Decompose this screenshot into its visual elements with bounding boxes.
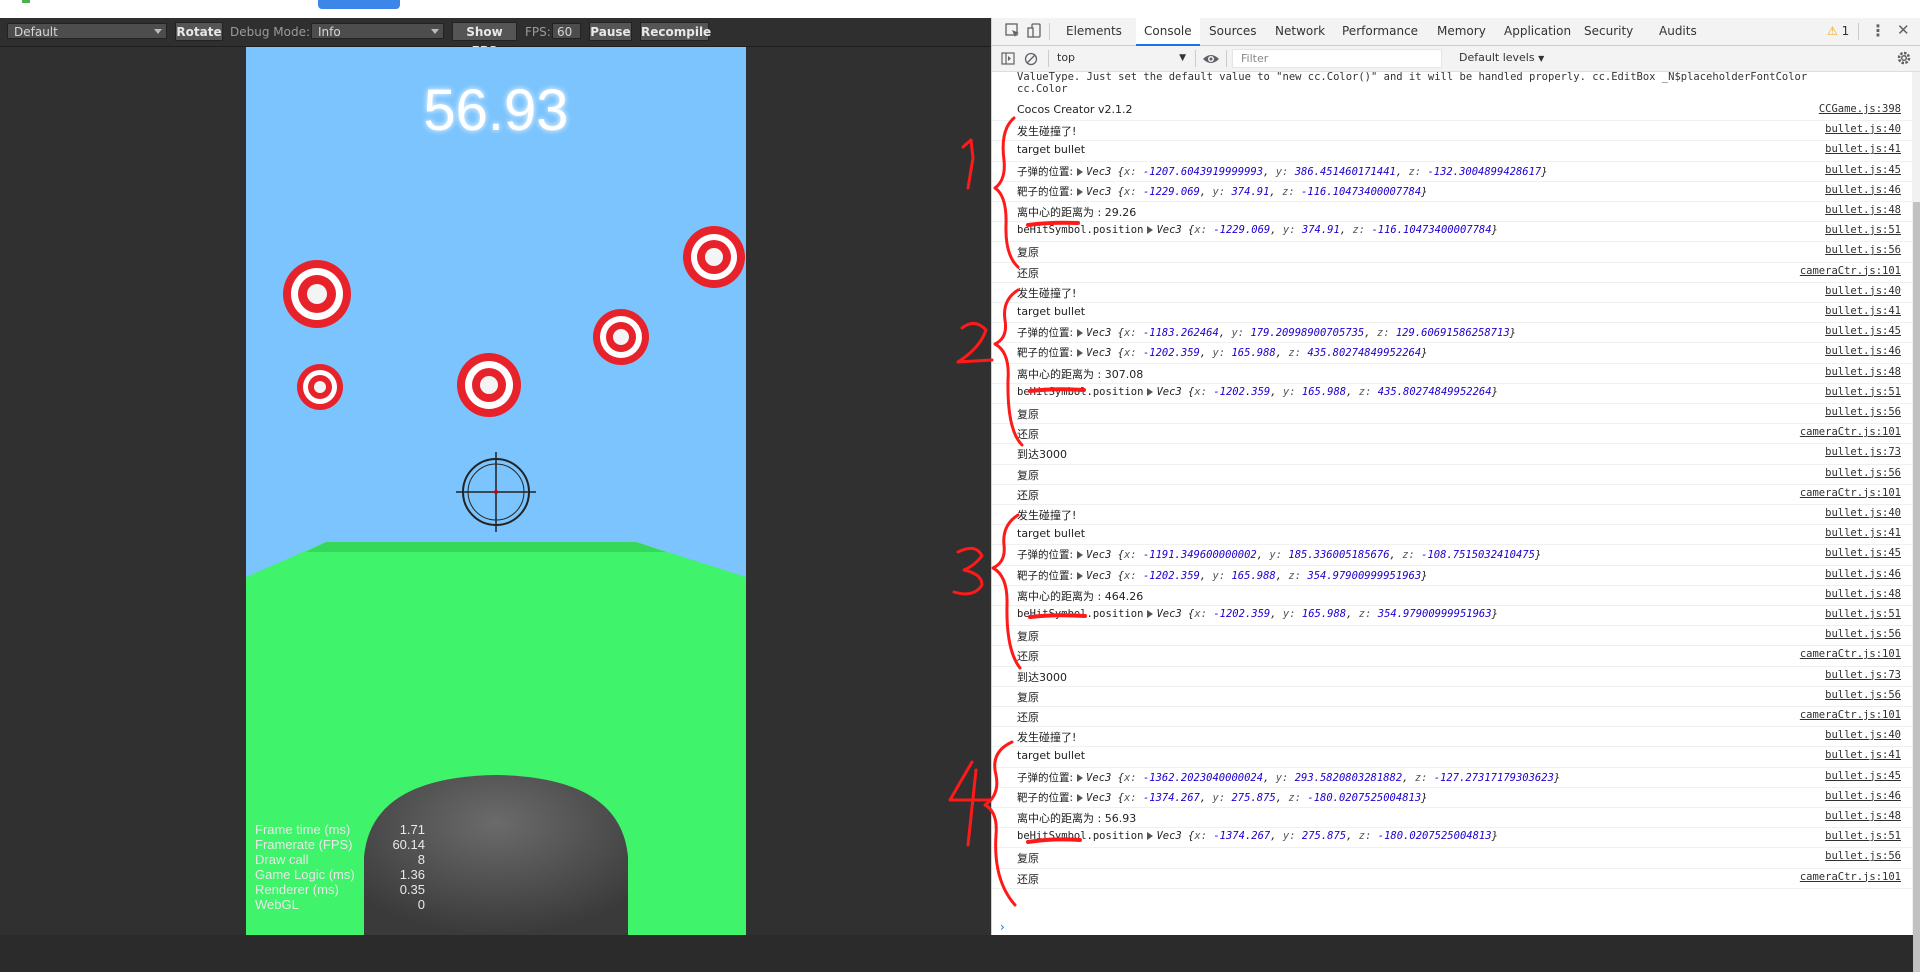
chevron-down-icon [431, 29, 439, 34]
device-select-value: Default [14, 25, 58, 39]
score-display: 56.93 [423, 78, 569, 143]
stats-value: 60.14 [392, 837, 425, 852]
crosshair-icon [456, 452, 536, 532]
rotate-button[interactable]: Rotate [175, 22, 223, 41]
favicon-icon [22, 0, 30, 3]
stats-label: Frame time (ms) [255, 822, 351, 837]
cocos-preview-panel: Default Rotate Debug Mode: Info Show FPS… [0, 18, 991, 935]
stats-value: 1.71 [399, 822, 425, 837]
debug-mode-value: Info [318, 25, 341, 39]
chevron-down-icon [154, 29, 162, 34]
stats-row: Framerate (FPS) 60.14 [255, 837, 425, 852]
stats-label: Framerate (FPS) [255, 837, 353, 852]
stats-row: Frame time (ms) 1.71 [255, 822, 425, 837]
stats-value: 8 [417, 852, 425, 867]
annotation-bracket-4 [983, 740, 1017, 907]
stats-row: Renderer (ms) 0.35 [255, 882, 425, 897]
stats-value: 1.36 [399, 867, 425, 882]
stats-label: Renderer (ms) [255, 882, 339, 897]
annotation-bracket-2 [993, 288, 1024, 447]
browser-tab-button[interactable] [318, 0, 400, 9]
stats-value: 0 [417, 897, 425, 912]
fps-stats-panel: Frame time (ms) 1.71 Framerate (FPS) 60.14 D… [255, 822, 425, 912]
annotation-number-1 [961, 138, 975, 190]
annotation-overlay [948, 116, 1087, 907]
preview-toolbar: Default Rotate Debug Mode: Info Show FPS… [0, 18, 991, 58]
annotation-underline-3 [1028, 613, 1087, 619]
stats-label: Draw call [255, 852, 309, 867]
game-canvas[interactable]: 56.93 Frame time (ms) 1.71 Framerate (FPS)… [246, 47, 746, 935]
game-scene [246, 226, 746, 935]
annotation-underline-2 [1028, 387, 1086, 393]
fps-input[interactable]: 60 [552, 23, 581, 39]
fps-label: FPS: [525, 25, 551, 39]
debug-mode-select[interactable]: Info [311, 23, 444, 39]
annotation-bracket-3 [991, 513, 1022, 670]
stats-row: Game Logic (ms) 1.36 [255, 867, 425, 882]
target-2[interactable] [683, 226, 745, 288]
device-select[interactable]: Default [7, 23, 167, 39]
stats-label: WebGL [255, 897, 299, 912]
target-5[interactable] [457, 353, 521, 417]
annotation-number-4 [948, 760, 992, 847]
recompile-button[interactable]: Recompile [640, 22, 711, 41]
stats-row: Draw call 8 [255, 852, 425, 867]
annotation-number-3 [952, 546, 984, 596]
stats-row: WebGL 0 [255, 897, 425, 912]
target-1[interactable] [283, 260, 351, 328]
annotation-number-2 [956, 322, 994, 364]
pause-button[interactable]: Pause [589, 22, 632, 41]
show-fps-button[interactable]: Show FPS [452, 22, 517, 58]
target-4[interactable] [297, 364, 343, 410]
debug-mode-label: Debug Mode: [230, 25, 311, 39]
stats-value: 0.35 [399, 882, 425, 897]
annotation-bracket-1 [993, 116, 1020, 269]
stats-label: Game Logic (ms) [255, 867, 355, 882]
target-3[interactable] [593, 309, 649, 365]
annotation-underline-1 [1026, 220, 1080, 227]
annotation-underline-4 [1026, 837, 1082, 844]
